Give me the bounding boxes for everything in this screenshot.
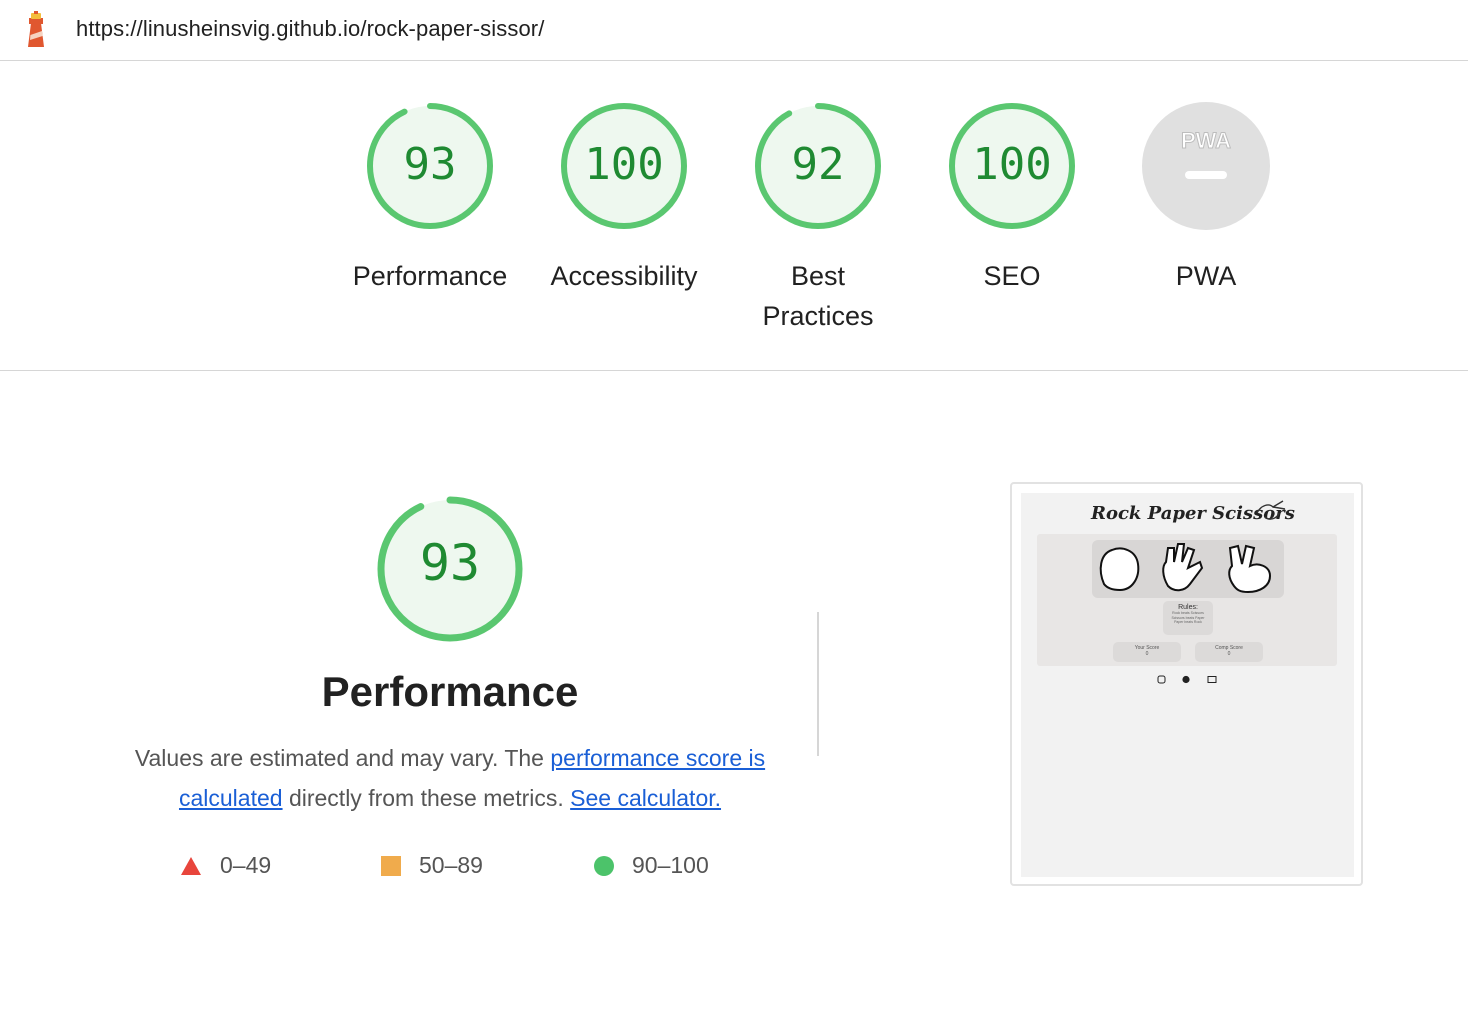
gauge-label: Performance [352,261,508,291]
gauge-score: 100 [972,139,1052,190]
see-calculator-link[interactable]: See calculator. [570,785,721,811]
page-url[interactable]: https://linusheinsvig.github.io/rock-pap… [76,16,544,42]
thumb-rules: Rules: Rock beats Scissors Scissors beat… [1163,601,1213,635]
thumb-hands-panel [1092,540,1284,598]
score-legend: 0–49 50–89 90–100 [0,852,900,884]
legend-item-average: 50–89 [381,852,483,879]
legend-range: 90–100 [632,852,709,878]
rules-title: Rules: [1178,604,1198,611]
gauge-score: 92 [791,139,845,190]
social-icons [1157,675,1217,684]
facebook-icon [1182,675,1190,684]
vertical-divider [817,612,819,756]
legend-range: 0–49 [220,852,272,878]
mail-icon [1207,676,1217,683]
gauge-performance[interactable]: 93 Performance [340,101,520,296]
thumb-your-score: Your Score 0 [1113,642,1181,662]
desc-prefix: Values are estimated and may vary. The [134,745,551,771]
report-header: https://linusheinsvig.github.io/rock-pap… [0,0,1468,61]
circle-green-icon [594,855,614,876]
thumb-game-board: Rules: Rock beats Scissors Scissors beat… [1037,534,1337,666]
gauge-best-practices[interactable]: 92 Best Practices [728,101,908,336]
gauge-label: PWA [1175,261,1237,291]
final-screenshot[interactable]: Rock Paper Scissors Rules: Rock beats Sc… [1010,482,1363,886]
lighthouse-icon [28,11,44,47]
performance-gauge-large: 93 [375,494,525,644]
rules-line: Paper beats Rock [1174,620,1202,624]
legend-range: 50–89 [419,852,483,878]
scissors-hand-icon [1256,500,1286,520]
gauge-accessibility[interactable]: 100 Accessibility [534,101,714,296]
your-score-value: 0 [1145,651,1149,657]
desc-mid: directly from these metrics. [282,785,571,811]
gauge-seo[interactable]: 100 SEO [922,101,1102,296]
screenshot-viewport: Rock Paper Scissors Rules: Rock beats Sc… [1021,493,1354,877]
gauge-score: 93 [403,139,457,190]
gauge-label: Accessibility [550,261,698,291]
performance-score: 93 [419,534,481,592]
gauge-score: 100 [584,139,664,190]
gauge-label-line1: Best [790,261,846,291]
legend-item-pass: 90–100 [594,852,709,879]
pwa-badge-icon: PWA [1142,102,1270,230]
comp-score-value: 0 [1227,651,1231,657]
performance-title: Performance [321,668,579,715]
performance-description: Values are estimated and may vary. The p… [120,738,780,818]
hand-choices-icon [1099,543,1272,594]
gauge-label-line2: Practices [762,301,874,331]
gauge-label: SEO [983,261,1041,291]
square-orange-icon [381,855,401,876]
gauge-pwa[interactable]: PWA PWA [1116,101,1296,296]
triangle-red-icon [181,856,201,875]
legend-item-fail: 0–49 [180,852,271,879]
instagram-icon [1157,675,1166,684]
pwa-badge-text: PWA [1181,128,1231,153]
category-gauges: 93 Performance 100 Accessibility 92 Best… [0,61,1468,371]
thumb-comp-score: Comp Score 0 [1195,642,1263,662]
gauge-label: Best Practices [728,256,908,336]
